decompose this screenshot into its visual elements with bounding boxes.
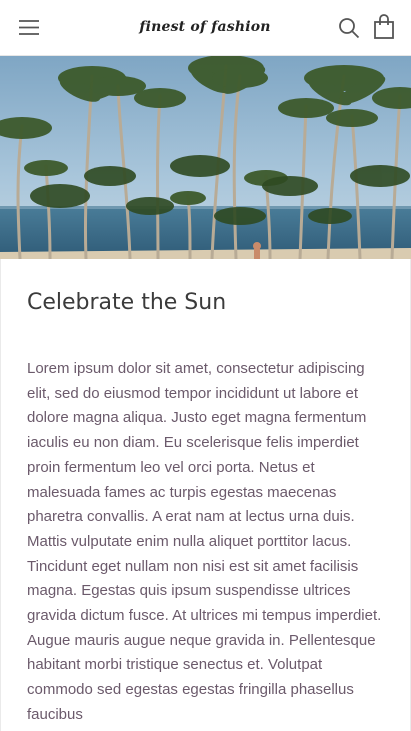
search-button[interactable] xyxy=(338,17,360,39)
page: finest of fashion Celebrate the Sun Lore… xyxy=(0,0,411,731)
hero-image xyxy=(0,56,411,259)
logo-text: finest of fashion xyxy=(139,19,271,35)
article-title: Celebrate the Sun xyxy=(27,290,227,315)
article-body: Lorem ipsum dolor sit amet, consectetur … xyxy=(27,360,382,723)
cart-button[interactable] xyxy=(373,14,395,40)
shopping-bag-icon xyxy=(374,14,394,39)
hamburger-menu-icon xyxy=(19,20,39,35)
site-header: finest of fashion xyxy=(0,0,411,56)
menu-button[interactable] xyxy=(18,16,40,38)
site-logo[interactable]: finest of fashion xyxy=(139,10,270,44)
search-icon xyxy=(339,18,360,39)
article: Celebrate the Sun Lorem ipsum dolor sit … xyxy=(0,259,411,731)
